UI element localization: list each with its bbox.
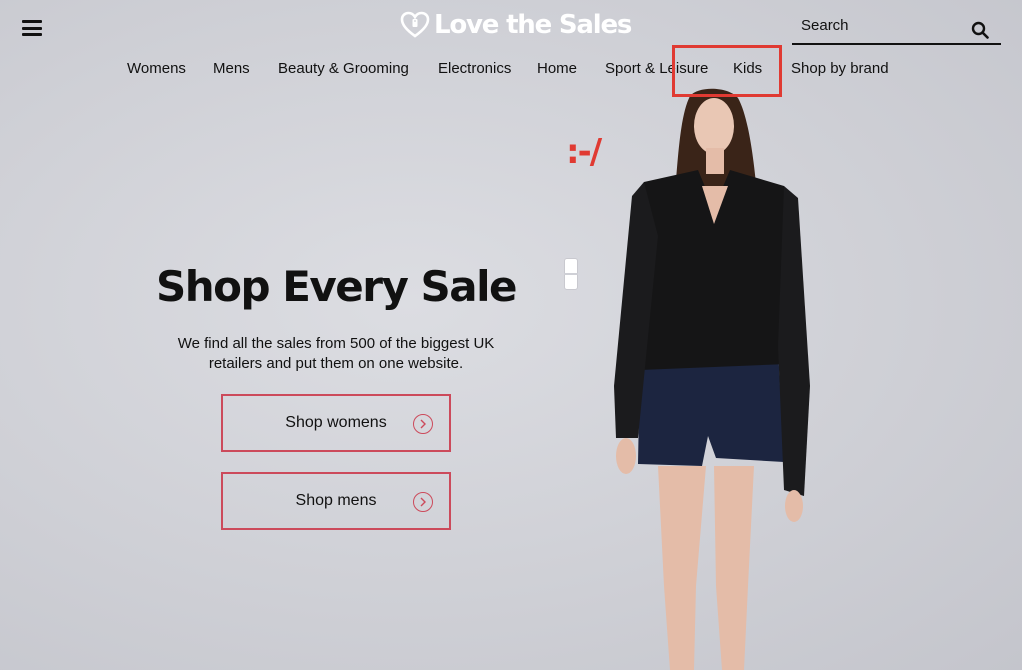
shop-womens-label: Shop womens xyxy=(285,414,387,431)
chevron-right-circle-icon xyxy=(413,492,433,512)
emoticon-glyph: :-/ xyxy=(566,132,602,172)
shop-mens-label: Shop mens xyxy=(295,492,377,509)
hero-model-image xyxy=(614,88,810,670)
nav-item-electronics[interactable]: Electronics xyxy=(438,60,511,77)
nav-item-shop-by-brand[interactable]: Shop by brand xyxy=(791,60,889,77)
main-nav: Womens Mens Beauty & Grooming Electronic… xyxy=(0,60,1022,82)
hamburger-menu-icon[interactable] xyxy=(22,20,42,36)
nav-item-mens[interactable]: Mens xyxy=(213,60,250,77)
nav-item-womens[interactable]: Womens xyxy=(127,60,186,77)
search-icon[interactable] xyxy=(971,21,989,39)
logo-text: Love the Sales xyxy=(434,10,632,40)
search-label: Search xyxy=(801,17,849,34)
search-field[interactable]: Search xyxy=(792,12,1001,45)
hero-subtitle-line-2: retailers and put them on one website. xyxy=(208,355,464,372)
scroll-indicator[interactable] xyxy=(564,258,578,290)
shop-mens-button[interactable]: Shop mens xyxy=(221,472,451,530)
hero-subtitle: We find all the sales from 500 of the bi… xyxy=(150,334,522,374)
chevron-right-circle-icon xyxy=(413,414,433,434)
nav-highlight-box xyxy=(672,45,782,97)
shop-womens-button[interactable]: Shop womens xyxy=(221,394,451,452)
heart-tag-icon xyxy=(400,11,430,38)
nav-item-beauty-grooming[interactable]: Beauty & Grooming xyxy=(278,60,409,77)
hero-title: Shop Every Sale xyxy=(156,262,517,311)
nav-item-home[interactable]: Home xyxy=(537,60,577,77)
hero-subtitle-line-1: We find all the sales from 500 of the bi… xyxy=(177,335,495,352)
site-logo[interactable]: Love the Sales xyxy=(400,8,632,42)
